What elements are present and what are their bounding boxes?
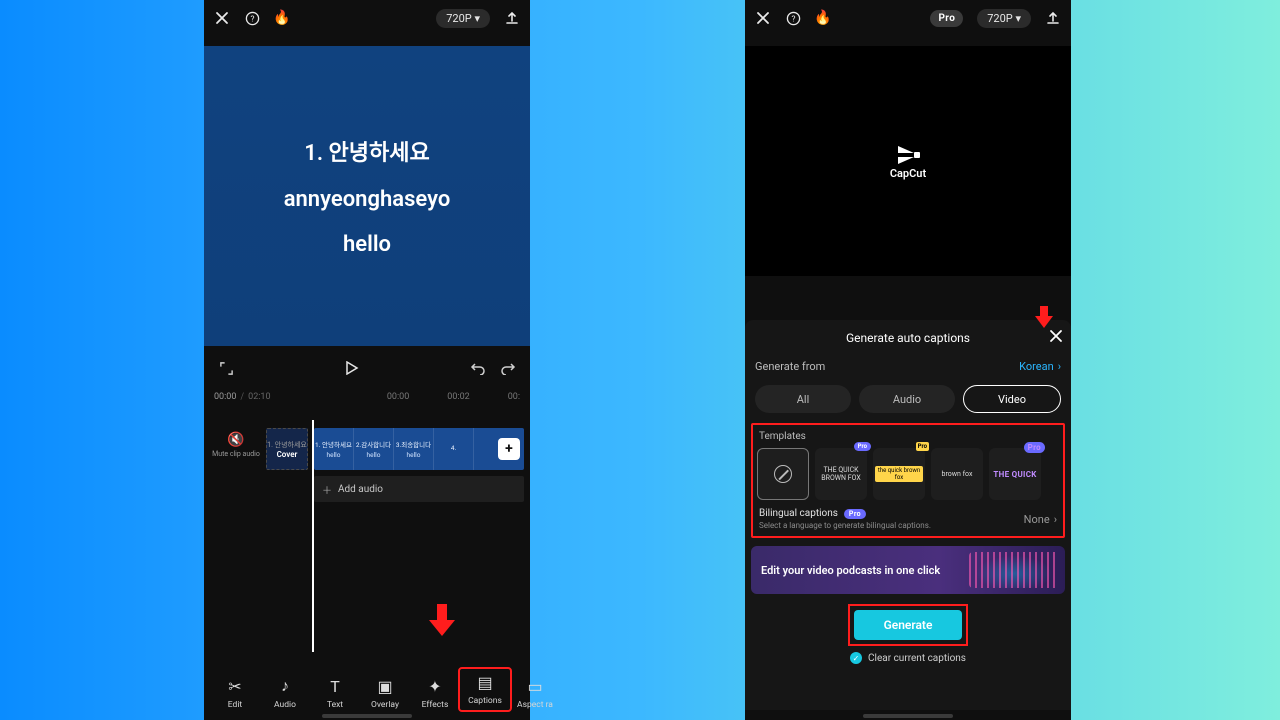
bilingual-subtitle: Select a language to generate bilingual … xyxy=(759,521,931,530)
effects-icon: ✦ xyxy=(428,677,441,696)
resolution-pill[interactable]: 720P ▾ xyxy=(977,9,1031,28)
promo-banner[interactable]: Edit your video podcasts in one click xyxy=(751,546,1065,594)
capcut-logo-text: CapCut xyxy=(890,167,926,180)
help-icon[interactable]: ? xyxy=(244,10,260,26)
tool-aspect[interactable]: ▭Aspect ra xyxy=(510,677,560,710)
source-all[interactable]: All xyxy=(755,385,851,413)
text-icon: T xyxy=(330,677,340,696)
redo-icon[interactable] xyxy=(500,360,516,376)
none-icon xyxy=(774,465,792,483)
help-icon[interactable]: ? xyxy=(785,10,801,26)
close-icon[interactable] xyxy=(755,10,771,26)
svg-text:?: ? xyxy=(250,14,254,24)
template-list: THE QUICK BROWN FOXProthe quick brown fo… xyxy=(757,448,1059,500)
waveform-art xyxy=(969,552,1059,588)
captions-icon: ▤ xyxy=(477,673,492,692)
template-option[interactable]: brown fox xyxy=(931,448,983,500)
caption-line-2: annyeonghaseyo xyxy=(284,187,451,212)
export-icon[interactable] xyxy=(1045,10,1061,26)
tool-edit[interactable]: ✂Edit xyxy=(210,677,260,710)
video-preview: CapCut xyxy=(745,46,1071,276)
flame-icon[interactable]: 🔥 xyxy=(274,10,290,26)
home-indicator xyxy=(322,714,412,718)
bilingual-title: Bilingual captions Pro xyxy=(759,508,931,519)
topbar-right: ? 🔥 Pro 720P ▾ xyxy=(745,0,1071,36)
annotation-highlight-box: Generate xyxy=(848,604,968,646)
template-option[interactable]: the quick brown foxPro xyxy=(873,448,925,500)
bottom-toolbar: ✂Edit♪AudioTText▣Overlay✦Effects▤Caption… xyxy=(204,648,530,710)
chevron-right-icon: › xyxy=(1058,360,1061,373)
aspect ra-icon: ▭ xyxy=(527,677,542,696)
caption-line-1: 1. 안녕하세요 xyxy=(304,135,430,167)
close-icon[interactable] xyxy=(214,10,230,26)
template-option[interactable] xyxy=(757,448,809,500)
source-segmented-control: All Audio Video xyxy=(745,377,1071,417)
playhead[interactable] xyxy=(312,420,314,652)
generate-button[interactable]: Generate xyxy=(854,610,962,640)
tool-audio[interactable]: ♪Audio xyxy=(260,676,310,710)
chevron-right-icon: › xyxy=(1054,513,1057,526)
timeline-ruler: 00:00 / 02:10 00:00 00:02 00: xyxy=(204,390,530,402)
clip-frame[interactable]: 1. 안녕하세요hello xyxy=(314,428,354,470)
cover-thumbnail[interactable]: 1. 안녕하세요 Cover xyxy=(266,428,308,470)
auto-captions-panel: Generate auto captions Generate from Kor… xyxy=(745,320,1071,710)
add-audio-track[interactable]: ＋Add audio xyxy=(314,476,524,502)
panel-header: Generate auto captions xyxy=(745,320,1071,356)
svg-text:?: ? xyxy=(791,14,795,24)
phone-left: ? 🔥 720P ▾ 1. 안녕하세요 annyeonghaseyo hello xyxy=(204,0,530,720)
export-icon[interactable] xyxy=(504,10,520,26)
source-video[interactable]: Video xyxy=(963,385,1061,413)
template-option[interactable]: THE QUICK BROWN FOXPro xyxy=(815,448,867,500)
topbar-left: ? 🔥 720P ▾ xyxy=(204,0,530,36)
annotation-highlight-box: Templates THE QUICK BROWN FOXProthe quic… xyxy=(751,423,1065,538)
audio-icon: ♪ xyxy=(281,676,289,696)
time-current: 00:00 xyxy=(214,392,236,402)
capcut-logo-icon xyxy=(894,143,922,167)
clip-frame[interactable]: 2.감사합니다hello xyxy=(354,428,394,470)
annotation-arrow xyxy=(1035,306,1053,330)
pro-badge: Pro xyxy=(916,442,929,451)
check-icon: ✓ xyxy=(850,652,862,664)
bilingual-captions-row[interactable]: Bilingual captions Pro Select a language… xyxy=(757,508,1059,530)
tool-captions[interactable]: ▤Captions xyxy=(460,669,510,710)
time-duration: 02:10 xyxy=(248,392,270,402)
flame-icon[interactable]: 🔥 xyxy=(815,10,831,26)
play-icon[interactable] xyxy=(344,360,360,376)
fullscreen-icon[interactable] xyxy=(218,360,234,376)
annotation-arrow xyxy=(429,604,455,638)
clip-frame[interactable]: 4. xyxy=(434,428,474,470)
timeline[interactable]: 🔇 Mute clip audio 1. 안녕하세요 Cover 1. 안녕하세… xyxy=(204,402,530,542)
clear-captions-toggle[interactable]: ✓ Clear current captions xyxy=(745,652,1071,664)
overlay-icon: ▣ xyxy=(377,677,392,696)
generate-from-label: Generate from xyxy=(755,360,825,373)
clip-frame[interactable]: 3.죄송합니다hello xyxy=(394,428,434,470)
undo-icon[interactable] xyxy=(470,360,486,376)
resolution-pill[interactable]: 720P ▾ xyxy=(436,9,490,28)
video-track[interactable]: 1. 안녕하세요hello2.감사합니다hello3.죄송합니다hello4. xyxy=(314,428,524,470)
tool-text[interactable]: TText xyxy=(310,677,360,710)
pro-badge: Pro xyxy=(854,442,871,451)
mute-clip-audio[interactable]: 🔇 Mute clip audio xyxy=(210,432,262,458)
panel-close-icon[interactable] xyxy=(1049,329,1063,343)
mute-icon: 🔇 xyxy=(210,432,262,448)
pro-badge: Pro xyxy=(1024,442,1045,453)
edit-icon: ✂ xyxy=(228,677,241,696)
source-audio[interactable]: Audio xyxy=(859,385,955,413)
templates-label: Templates xyxy=(759,431,1057,442)
template-option[interactable]: THE QUICKPro xyxy=(989,448,1041,500)
home-indicator xyxy=(863,714,953,718)
bilingual-value: None › xyxy=(1024,513,1057,526)
pro-badge[interactable]: Pro xyxy=(930,10,963,27)
video-preview: 1. 안녕하세요 annyeonghaseyo hello xyxy=(204,46,530,346)
tool-effects[interactable]: ✦Effects xyxy=(410,677,460,710)
add-clip-button[interactable]: + xyxy=(498,438,520,460)
phone-right: ? 🔥 Pro 720P ▾ CapCut Generate auto capt… xyxy=(745,0,1071,720)
panel-title: Generate auto captions xyxy=(846,331,970,345)
tool-overlay[interactable]: ▣Overlay xyxy=(360,677,410,710)
language-selector[interactable]: Korean › xyxy=(1019,360,1061,373)
player-controls xyxy=(204,346,530,390)
caption-line-3: hello xyxy=(343,232,391,257)
generate-from-row: Generate from Korean › xyxy=(745,356,1071,377)
